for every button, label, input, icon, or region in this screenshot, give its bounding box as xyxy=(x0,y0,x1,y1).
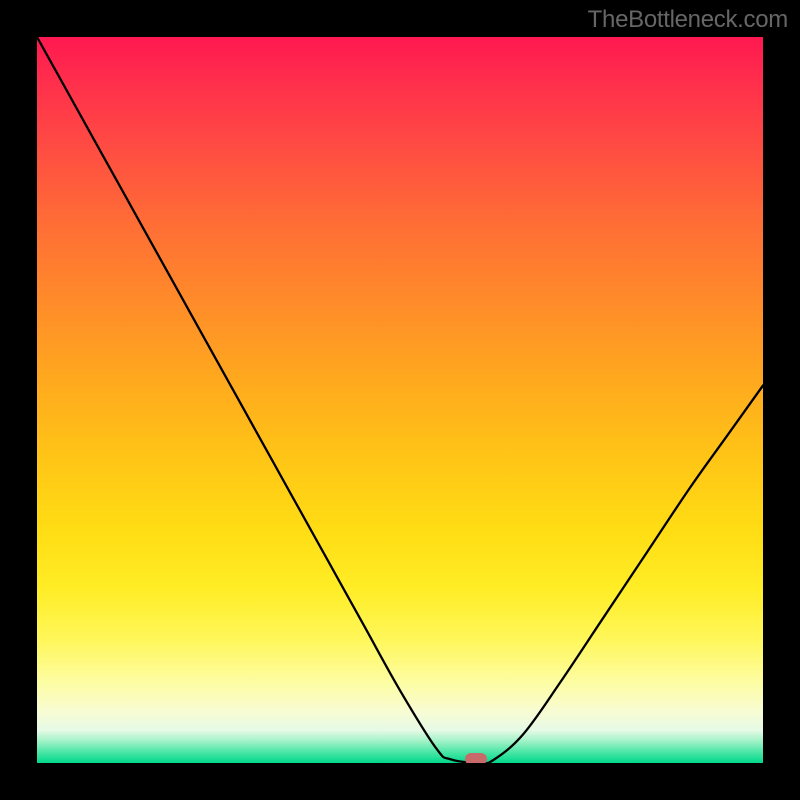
chart-container: TheBottleneck.com xyxy=(0,0,800,800)
plot-area xyxy=(37,37,763,763)
watermark-text: TheBottleneck.com xyxy=(588,6,788,34)
optimal-point-marker xyxy=(465,753,487,763)
bottleneck-curve xyxy=(37,37,763,763)
